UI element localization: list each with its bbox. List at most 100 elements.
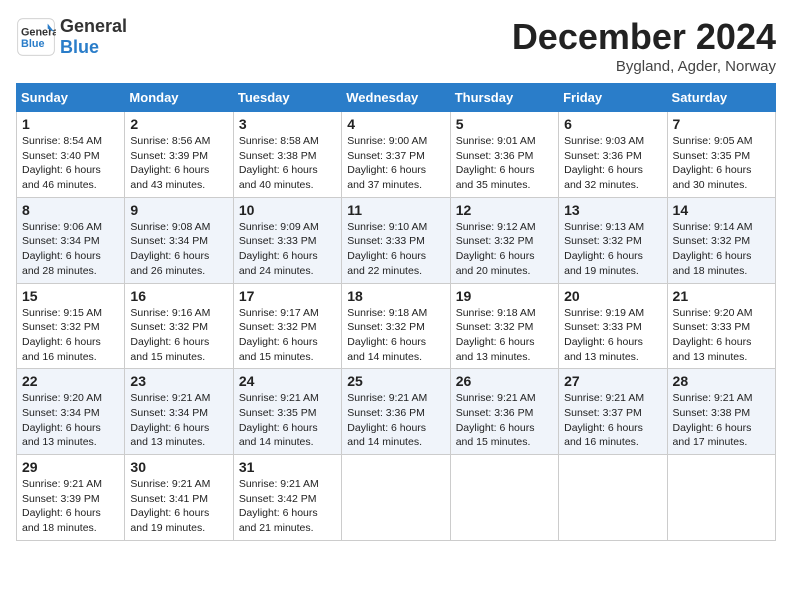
table-row (450, 455, 558, 541)
table-row: 6Sunrise: 9:03 AM Sunset: 3:36 PM Daylig… (559, 112, 667, 198)
table-row (342, 455, 450, 541)
day-number: 1 (22, 116, 119, 132)
day-number: 16 (130, 288, 227, 304)
svg-text:Blue: Blue (21, 38, 44, 50)
table-row: 23 Sunrise: 9:21 AM Sunset: 3:34 PM Dayli… (125, 369, 233, 455)
day-number: 2 (130, 116, 227, 132)
day-info: Sunrise: 9:00 AM Sunset: 3:37 PM Dayligh… (347, 134, 444, 193)
col-wednesday: Wednesday (342, 84, 450, 112)
table-row: 14 Sunrise: 9:14 AM Sunset: 3:32 PM Dayli… (667, 197, 775, 283)
day-info: Sunrise: 9:21 AM Sunset: 3:42 PM Dayligh… (239, 477, 336, 536)
table-row: 29 Sunrise: 9:21 AM Sunset: 3:39 PM Dayli… (17, 455, 125, 541)
day-number: 19 (456, 288, 553, 304)
table-row: 12 Sunrise: 9:12 AM Sunset: 3:32 PM Dayli… (450, 197, 558, 283)
day-number: 31 (239, 459, 336, 475)
day-info: Sunrise: 9:21 AM Sunset: 3:35 PM Dayligh… (239, 391, 336, 450)
day-number: 11 (347, 202, 444, 218)
table-row: 4Sunrise: 9:00 AM Sunset: 3:37 PM Daylig… (342, 112, 450, 198)
table-row: 24Sunrise: 9:21 AM Sunset: 3:35 PM Dayli… (233, 369, 341, 455)
calendar-row: 15 Sunrise: 9:15 AM Sunset: 3:32 PM Dayli… (17, 283, 776, 369)
day-number: 9 (130, 202, 227, 218)
day-number: 3 (239, 116, 336, 132)
day-number: 23 (130, 373, 227, 389)
table-row: 1 Sunrise: 8:54 AM Sunset: 3:40 PM Daylig… (17, 112, 125, 198)
calendar-row: 29 Sunrise: 9:21 AM Sunset: 3:39 PM Dayli… (17, 455, 776, 541)
table-row: 7 Sunrise: 9:05 AM Sunset: 3:35 PM Daylig… (667, 112, 775, 198)
day-info: Sunrise: 9:14 AM Sunset: 3:32 PM Dayligh… (673, 220, 770, 279)
table-row: 17Sunrise: 9:17 AM Sunset: 3:32 PM Dayli… (233, 283, 341, 369)
header-row: Sunday Monday Tuesday Wednesday Thursday… (17, 84, 776, 112)
logo-icon: General Blue (16, 17, 56, 57)
col-friday: Friday (559, 84, 667, 112)
table-row: 30 Sunrise: 9:21 AM Sunset: 3:41 PM Dayli… (125, 455, 233, 541)
day-number: 20 (564, 288, 661, 304)
day-info: Sunrise: 9:08 AM Sunset: 3:34 PM Dayligh… (130, 220, 227, 279)
day-info: Sunrise: 9:20 AM Sunset: 3:34 PM Dayligh… (22, 391, 119, 450)
title-block: December 2024 Bygland, Agder, Norway (512, 16, 776, 75)
table-row: 13Sunrise: 9:13 AM Sunset: 3:32 PM Dayli… (559, 197, 667, 283)
table-row: 16 Sunrise: 9:16 AM Sunset: 3:32 PM Dayli… (125, 283, 233, 369)
day-info: Sunrise: 9:06 AM Sunset: 3:34 PM Dayligh… (22, 220, 119, 279)
col-monday: Monday (125, 84, 233, 112)
location: Bygland, Agder, Norway (512, 58, 776, 75)
day-info: Sunrise: 9:21 AM Sunset: 3:34 PM Dayligh… (130, 391, 227, 450)
day-info: Sunrise: 9:09 AM Sunset: 3:33 PM Dayligh… (239, 220, 336, 279)
day-number: 26 (456, 373, 553, 389)
calendar-row: 1 Sunrise: 8:54 AM Sunset: 3:40 PM Daylig… (17, 112, 776, 198)
day-number: 15 (22, 288, 119, 304)
day-number: 21 (673, 288, 770, 304)
day-info: Sunrise: 9:21 AM Sunset: 3:36 PM Dayligh… (456, 391, 553, 450)
day-number: 25 (347, 373, 444, 389)
day-number: 30 (130, 459, 227, 475)
table-row: 8 Sunrise: 9:06 AM Sunset: 3:34 PM Daylig… (17, 197, 125, 283)
table-row: 27Sunrise: 9:21 AM Sunset: 3:37 PM Dayli… (559, 369, 667, 455)
day-info: Sunrise: 9:18 AM Sunset: 3:32 PM Dayligh… (456, 306, 553, 365)
day-info: Sunrise: 9:21 AM Sunset: 3:38 PM Dayligh… (673, 391, 770, 450)
table-row: 26 Sunrise: 9:21 AM Sunset: 3:36 PM Dayli… (450, 369, 558, 455)
day-info: Sunrise: 9:21 AM Sunset: 3:37 PM Dayligh… (564, 391, 661, 450)
day-info: Sunrise: 9:16 AM Sunset: 3:32 PM Dayligh… (130, 306, 227, 365)
day-info: Sunrise: 8:58 AM Sunset: 3:38 PM Dayligh… (239, 134, 336, 193)
day-number: 7 (673, 116, 770, 132)
day-info: Sunrise: 9:15 AM Sunset: 3:32 PM Dayligh… (22, 306, 119, 365)
day-number: 28 (673, 373, 770, 389)
table-row: 18Sunrise: 9:18 AM Sunset: 3:32 PM Dayli… (342, 283, 450, 369)
day-number: 8 (22, 202, 119, 218)
col-saturday: Saturday (667, 84, 775, 112)
day-number: 14 (673, 202, 770, 218)
table-row: 21 Sunrise: 9:20 AM Sunset: 3:33 PM Dayli… (667, 283, 775, 369)
day-number: 22 (22, 373, 119, 389)
day-info: Sunrise: 8:56 AM Sunset: 3:39 PM Dayligh… (130, 134, 227, 193)
day-number: 5 (456, 116, 553, 132)
calendar-row: 22 Sunrise: 9:20 AM Sunset: 3:34 PM Dayli… (17, 369, 776, 455)
day-info: Sunrise: 9:10 AM Sunset: 3:33 PM Dayligh… (347, 220, 444, 279)
day-info: Sunrise: 9:18 AM Sunset: 3:32 PM Dayligh… (347, 306, 444, 365)
day-info: Sunrise: 9:05 AM Sunset: 3:35 PM Dayligh… (673, 134, 770, 193)
day-number: 29 (22, 459, 119, 475)
page-header: General Blue General Blue December 2024 … (16, 16, 776, 75)
month-title: December 2024 (512, 16, 776, 58)
day-info: Sunrise: 9:01 AM Sunset: 3:36 PM Dayligh… (456, 134, 553, 193)
table-row: 9 Sunrise: 9:08 AM Sunset: 3:34 PM Daylig… (125, 197, 233, 283)
calendar-table: Sunday Monday Tuesday Wednesday Thursday… (16, 83, 776, 541)
calendar-row: 8 Sunrise: 9:06 AM Sunset: 3:34 PM Daylig… (17, 197, 776, 283)
day-info: Sunrise: 8:54 AM Sunset: 3:40 PM Dayligh… (22, 134, 119, 193)
day-number: 10 (239, 202, 336, 218)
col-sunday: Sunday (17, 84, 125, 112)
day-number: 13 (564, 202, 661, 218)
day-info: Sunrise: 9:19 AM Sunset: 3:33 PM Dayligh… (564, 306, 661, 365)
day-number: 12 (456, 202, 553, 218)
table-row: 2 Sunrise: 8:56 AM Sunset: 3:39 PM Daylig… (125, 112, 233, 198)
table-row: 22 Sunrise: 9:20 AM Sunset: 3:34 PM Dayli… (17, 369, 125, 455)
table-row: 10 Sunrise: 9:09 AM Sunset: 3:33 PM Dayli… (233, 197, 341, 283)
table-row: 31 Sunrise: 9:21 AM Sunset: 3:42 PM Dayli… (233, 455, 341, 541)
table-row: 19 Sunrise: 9:18 AM Sunset: 3:32 PM Dayli… (450, 283, 558, 369)
day-info: Sunrise: 9:03 AM Sunset: 3:36 PM Dayligh… (564, 134, 661, 193)
table-row: 11 Sunrise: 9:10 AM Sunset: 3:33 PM Dayli… (342, 197, 450, 283)
day-info: Sunrise: 9:12 AM Sunset: 3:32 PM Dayligh… (456, 220, 553, 279)
day-info: Sunrise: 9:21 AM Sunset: 3:39 PM Dayligh… (22, 477, 119, 536)
day-info: Sunrise: 9:20 AM Sunset: 3:33 PM Dayligh… (673, 306, 770, 365)
day-info: Sunrise: 9:21 AM Sunset: 3:41 PM Dayligh… (130, 477, 227, 536)
table-row: 15 Sunrise: 9:15 AM Sunset: 3:32 PM Dayli… (17, 283, 125, 369)
col-thursday: Thursday (450, 84, 558, 112)
